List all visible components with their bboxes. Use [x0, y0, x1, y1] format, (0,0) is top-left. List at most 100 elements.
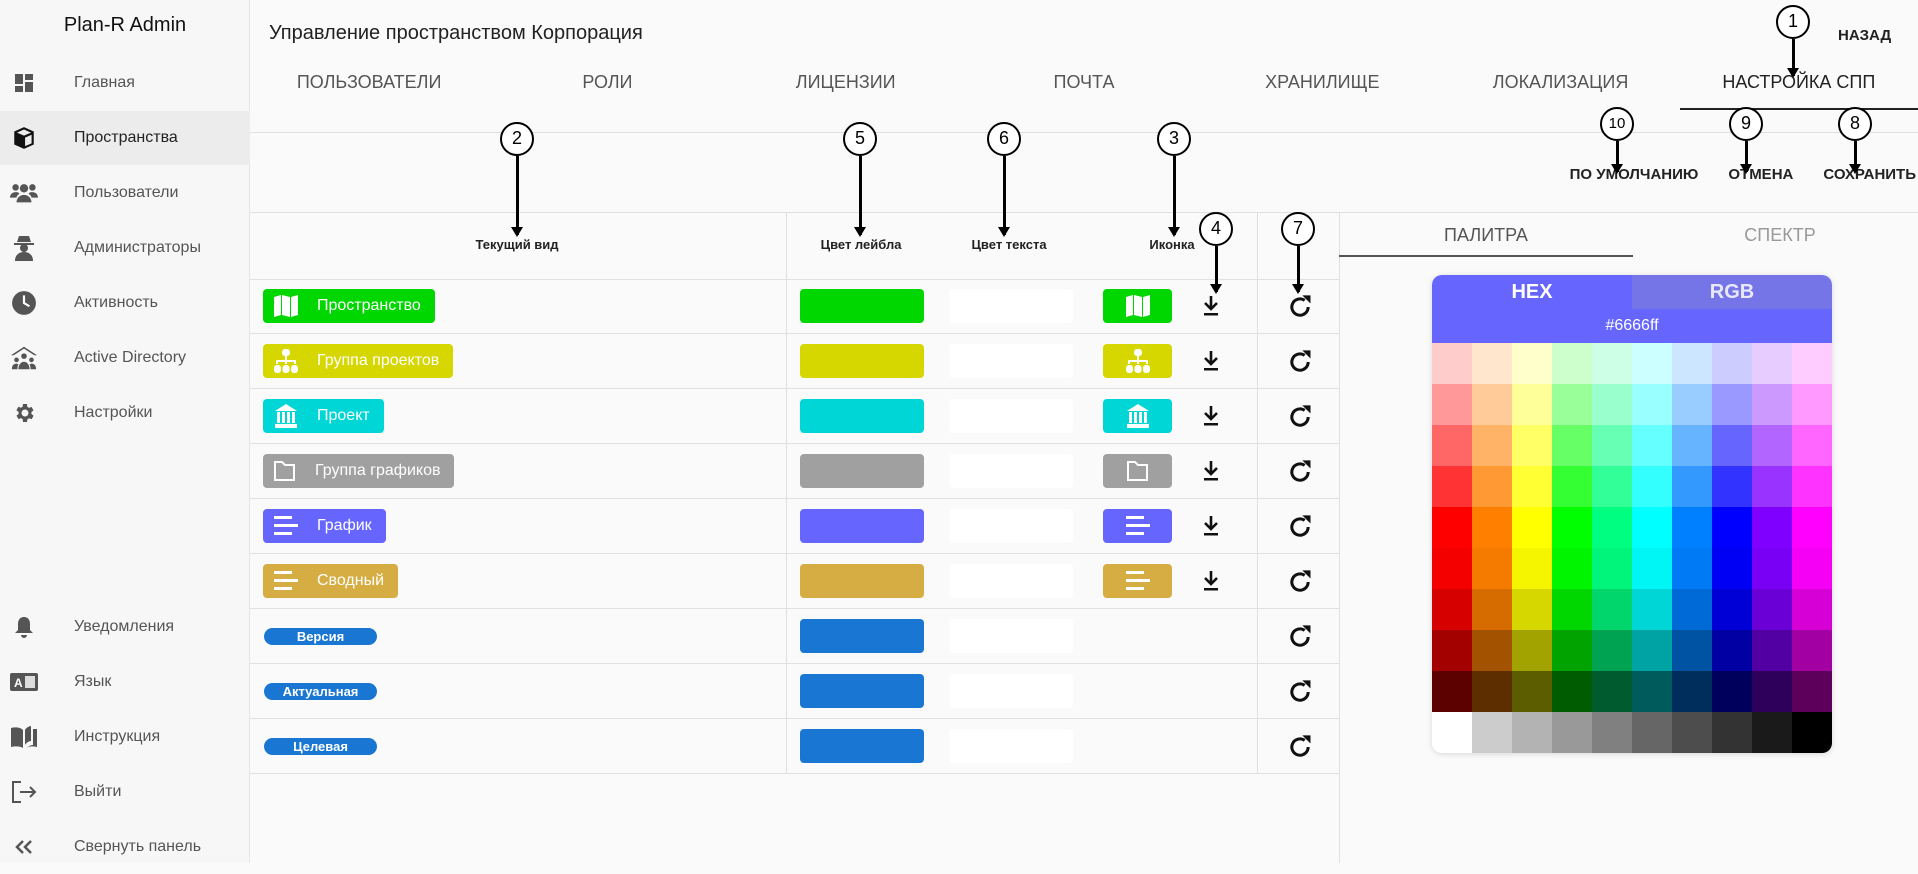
- sidebar-item-5[interactable]: Active Directory: [0, 331, 250, 385]
- palette-swatch[interactable]: [1592, 384, 1632, 425]
- palette-swatch[interactable]: [1632, 507, 1672, 548]
- palette-swatch[interactable]: [1792, 712, 1832, 753]
- palette-swatch[interactable]: [1632, 384, 1672, 425]
- reset-icon[interactable]: [1286, 293, 1314, 326]
- palette-swatch[interactable]: [1632, 466, 1672, 507]
- icon-preview[interactable]: [1103, 399, 1172, 433]
- reset-icon[interactable]: [1286, 678, 1314, 711]
- download-icon[interactable]: [1202, 460, 1220, 487]
- palette-swatch[interactable]: [1592, 466, 1632, 507]
- palette-swatch[interactable]: [1472, 384, 1512, 425]
- palette-swatch[interactable]: [1472, 425, 1512, 466]
- palette-swatch[interactable]: [1752, 384, 1792, 425]
- sidebar-item-bottom-2[interactable]: Инструкция: [0, 710, 250, 764]
- palette-swatch[interactable]: [1512, 507, 1552, 548]
- palette-swatch[interactable]: [1552, 343, 1592, 384]
- download-icon[interactable]: [1202, 295, 1220, 322]
- label-color-swatch[interactable]: [800, 399, 924, 433]
- palette-swatch[interactable]: [1792, 343, 1832, 384]
- palette-swatch[interactable]: [1672, 589, 1712, 630]
- palette-swatch[interactable]: [1592, 589, 1632, 630]
- palette-swatch[interactable]: [1552, 507, 1592, 548]
- palette-swatch[interactable]: [1472, 630, 1512, 671]
- reset-icon[interactable]: [1286, 348, 1314, 381]
- palette-swatch[interactable]: [1752, 507, 1792, 548]
- palette-swatch[interactable]: [1512, 425, 1552, 466]
- palette-swatch[interactable]: [1592, 425, 1632, 466]
- text-color-swatch[interactable]: [949, 674, 1073, 708]
- palette-swatch[interactable]: [1512, 671, 1552, 712]
- tab-palette[interactable]: ПАЛИТРА: [1339, 225, 1633, 257]
- palette-swatch[interactable]: [1472, 671, 1512, 712]
- sidebar-item-1[interactable]: Пространства: [0, 111, 250, 165]
- palette-swatch[interactable]: [1552, 466, 1592, 507]
- download-icon[interactable]: [1202, 570, 1220, 597]
- sidebar-item-0[interactable]: Главная: [0, 56, 250, 110]
- palette-swatch[interactable]: [1752, 630, 1792, 671]
- palette-swatch[interactable]: [1752, 712, 1792, 753]
- palette-swatch[interactable]: [1432, 589, 1472, 630]
- palette-swatch[interactable]: [1432, 343, 1472, 384]
- palette-swatch[interactable]: [1752, 343, 1792, 384]
- tab-3[interactable]: ПОЧТА: [965, 72, 1203, 110]
- palette-swatch[interactable]: [1552, 712, 1592, 753]
- palette-swatch[interactable]: [1672, 507, 1712, 548]
- palette-swatch[interactable]: [1712, 507, 1752, 548]
- text-color-swatch[interactable]: [949, 344, 1073, 378]
- palette-swatch[interactable]: [1792, 507, 1832, 548]
- palette-swatch[interactable]: [1432, 548, 1472, 589]
- download-icon[interactable]: [1202, 405, 1220, 432]
- tab-5[interactable]: ЛОКАЛИЗАЦИЯ: [1441, 72, 1679, 110]
- palette-swatch[interactable]: [1712, 384, 1752, 425]
- palette-swatch[interactable]: [1752, 671, 1792, 712]
- palette-swatch[interactable]: [1512, 466, 1552, 507]
- palette-swatch[interactable]: [1432, 425, 1472, 466]
- palette-swatch[interactable]: [1792, 671, 1832, 712]
- palette-swatch[interactable]: [1752, 589, 1792, 630]
- palette-swatch[interactable]: [1432, 712, 1472, 753]
- palette-swatch[interactable]: [1512, 630, 1552, 671]
- palette-swatch[interactable]: [1672, 425, 1712, 466]
- palette-swatch[interactable]: [1472, 589, 1512, 630]
- palette-swatch[interactable]: [1512, 343, 1552, 384]
- text-color-swatch[interactable]: [949, 564, 1073, 598]
- tab-spectrum[interactable]: СПЕКТР: [1633, 225, 1918, 257]
- palette-swatch[interactable]: [1472, 343, 1512, 384]
- save-button[interactable]: СОХРАНИТЬ: [1823, 166, 1916, 183]
- palette-swatch[interactable]: [1632, 630, 1672, 671]
- reset-icon[interactable]: [1286, 403, 1314, 436]
- reset-icon[interactable]: [1286, 513, 1314, 546]
- palette-swatch[interactable]: [1752, 425, 1792, 466]
- palette-swatch[interactable]: [1432, 671, 1472, 712]
- palette-swatch[interactable]: [1672, 712, 1712, 753]
- palette-swatch[interactable]: [1512, 548, 1552, 589]
- palette-swatch[interactable]: [1632, 343, 1672, 384]
- sidebar-item-6[interactable]: Настройки: [0, 386, 250, 440]
- palette-swatch[interactable]: [1672, 343, 1712, 384]
- palette-swatch[interactable]: [1432, 384, 1472, 425]
- palette-swatch[interactable]: [1592, 548, 1632, 589]
- palette-swatch[interactable]: [1592, 343, 1632, 384]
- palette-swatch[interactable]: [1632, 589, 1672, 630]
- palette-swatch[interactable]: [1632, 548, 1672, 589]
- icon-preview[interactable]: [1103, 509, 1172, 543]
- palette-swatch[interactable]: [1552, 425, 1592, 466]
- palette-swatch[interactable]: [1552, 630, 1592, 671]
- palette-swatch[interactable]: [1592, 671, 1632, 712]
- palette-swatch[interactable]: [1752, 466, 1792, 507]
- palette-swatch[interactable]: [1432, 466, 1472, 507]
- label-color-swatch[interactable]: [800, 729, 924, 763]
- palette-swatch[interactable]: [1552, 671, 1592, 712]
- palette-swatch[interactable]: [1592, 507, 1632, 548]
- palette-swatch[interactable]: [1432, 507, 1472, 548]
- palette-swatch[interactable]: [1792, 425, 1832, 466]
- sidebar-item-3[interactable]: Администраторы: [0, 221, 250, 275]
- palette-swatch[interactable]: [1792, 548, 1832, 589]
- palette-swatch[interactable]: [1712, 466, 1752, 507]
- palette-swatch[interactable]: [1592, 630, 1632, 671]
- palette-swatch[interactable]: [1672, 671, 1712, 712]
- sidebar-item-bottom-4[interactable]: Свернуть панель: [0, 820, 250, 874]
- palette-swatch[interactable]: [1672, 630, 1712, 671]
- palette-swatch[interactable]: [1552, 384, 1592, 425]
- mode-hex[interactable]: HEX: [1432, 275, 1632, 309]
